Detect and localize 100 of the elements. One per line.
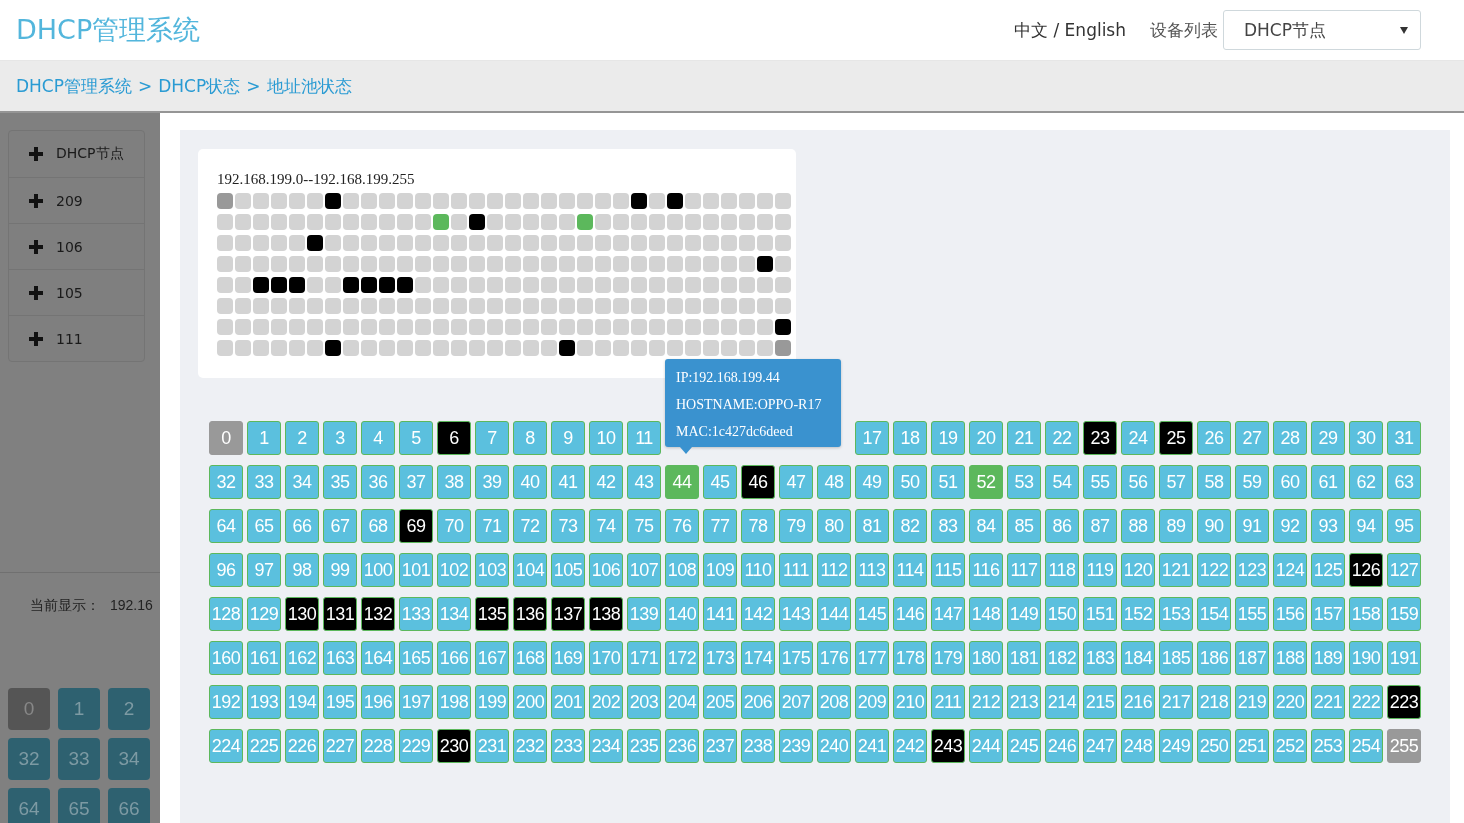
- address-cell[interactable]: 154: [1197, 597, 1231, 631]
- address-cell[interactable]: 254: [1349, 729, 1383, 763]
- address-cell[interactable]: 127: [1387, 553, 1421, 587]
- address-cell[interactable]: 245: [1007, 729, 1041, 763]
- address-cell[interactable]: 143: [779, 597, 813, 631]
- address-cell[interactable]: 101: [399, 553, 433, 587]
- address-cell[interactable]: 20: [969, 421, 1003, 455]
- address-cell[interactable]: 71: [475, 509, 509, 543]
- address-cell[interactable]: 133: [399, 597, 433, 631]
- address-cell[interactable]: 206: [741, 685, 775, 719]
- address-cell[interactable]: 1: [58, 688, 100, 730]
- address-cell[interactable]: 250: [1197, 729, 1231, 763]
- address-cell[interactable]: 220: [1273, 685, 1307, 719]
- address-cell[interactable]: 145: [855, 597, 889, 631]
- address-cell[interactable]: 136: [513, 597, 547, 631]
- address-cell[interactable]: 243: [931, 729, 965, 763]
- breadcrumb-link[interactable]: DHCP管理系统: [16, 74, 132, 98]
- address-cell[interactable]: 99: [323, 553, 357, 587]
- address-cell[interactable]: 152: [1121, 597, 1155, 631]
- address-cell[interactable]: 186: [1197, 641, 1231, 675]
- address-cell[interactable]: 80: [817, 509, 851, 543]
- address-cell[interactable]: 161: [247, 641, 281, 675]
- address-cell[interactable]: 42: [589, 465, 623, 499]
- device-select[interactable]: DHCP节点: [1223, 10, 1421, 50]
- address-cell[interactable]: 149: [1007, 597, 1041, 631]
- address-cell[interactable]: 5: [399, 421, 433, 455]
- address-cell[interactable]: 100: [361, 553, 395, 587]
- address-cell[interactable]: 38: [437, 465, 471, 499]
- breadcrumb-link[interactable]: 地址池状态: [266, 74, 352, 98]
- address-cell[interactable]: 222: [1349, 685, 1383, 719]
- address-cell[interactable]: 153: [1159, 597, 1193, 631]
- address-cell[interactable]: 172: [665, 641, 699, 675]
- address-cell[interactable]: 122: [1197, 553, 1231, 587]
- address-cell[interactable]: 185: [1159, 641, 1193, 675]
- address-cell[interactable]: 224: [209, 729, 243, 763]
- address-cell[interactable]: 189: [1311, 641, 1345, 675]
- address-cell[interactable]: 33: [58, 738, 100, 780]
- address-cell[interactable]: 180: [969, 641, 1003, 675]
- address-cell[interactable]: 98: [285, 553, 319, 587]
- address-cell[interactable]: 192: [209, 685, 243, 719]
- address-cell[interactable]: 248: [1121, 729, 1155, 763]
- address-cell[interactable]: 147: [931, 597, 965, 631]
- address-cell[interactable]: 219: [1235, 685, 1269, 719]
- address-cell[interactable]: 28: [1273, 421, 1307, 455]
- address-cell[interactable]: 187: [1235, 641, 1269, 675]
- address-cell[interactable]: 10: [589, 421, 623, 455]
- address-cell[interactable]: 36: [361, 465, 395, 499]
- address-cell[interactable]: 53: [1007, 465, 1041, 499]
- address-cell[interactable]: 93: [1311, 509, 1345, 543]
- address-cell[interactable]: 157: [1311, 597, 1345, 631]
- address-cell[interactable]: 202: [589, 685, 623, 719]
- address-cell[interactable]: 108: [665, 553, 699, 587]
- address-cell[interactable]: 24: [1121, 421, 1155, 455]
- address-cell[interactable]: 1: [247, 421, 281, 455]
- address-cell[interactable]: 253: [1311, 729, 1345, 763]
- address-cell[interactable]: 123: [1235, 553, 1269, 587]
- address-cell[interactable]: 59: [1235, 465, 1269, 499]
- address-cell[interactable]: 31: [1387, 421, 1421, 455]
- address-cell[interactable]: 35: [323, 465, 357, 499]
- address-cell[interactable]: 106: [589, 553, 623, 587]
- address-cell[interactable]: 236: [665, 729, 699, 763]
- address-cell[interactable]: 6: [437, 421, 471, 455]
- address-cell[interactable]: 32: [8, 738, 50, 780]
- address-cell[interactable]: 251: [1235, 729, 1269, 763]
- address-cell[interactable]: 138: [589, 597, 623, 631]
- address-cell[interactable]: 86: [1045, 509, 1079, 543]
- address-cell[interactable]: 255: [1387, 729, 1421, 763]
- address-cell[interactable]: 129: [247, 597, 281, 631]
- address-cell[interactable]: 44: [665, 465, 699, 499]
- address-cell[interactable]: 158: [1349, 597, 1383, 631]
- address-cell[interactable]: 239: [779, 729, 813, 763]
- address-cell[interactable]: 34: [108, 738, 150, 780]
- address-cell[interactable]: 117: [1007, 553, 1041, 587]
- address-cell[interactable]: 43: [627, 465, 661, 499]
- address-cell[interactable]: 81: [855, 509, 889, 543]
- address-cell[interactable]: 65: [58, 788, 100, 823]
- address-cell[interactable]: 3: [323, 421, 357, 455]
- address-cell[interactable]: 198: [437, 685, 471, 719]
- address-cell[interactable]: 229: [399, 729, 433, 763]
- address-cell[interactable]: 164: [361, 641, 395, 675]
- address-cell[interactable]: 190: [1349, 641, 1383, 675]
- address-cell[interactable]: 210: [893, 685, 927, 719]
- address-cell[interactable]: 115: [931, 553, 965, 587]
- address-cell[interactable]: 218: [1197, 685, 1231, 719]
- address-cell[interactable]: 217: [1159, 685, 1193, 719]
- address-cell[interactable]: 109: [703, 553, 737, 587]
- address-cell[interactable]: 207: [779, 685, 813, 719]
- address-cell[interactable]: 249: [1159, 729, 1193, 763]
- address-cell[interactable]: 167: [475, 641, 509, 675]
- address-cell[interactable]: 175: [779, 641, 813, 675]
- address-cell[interactable]: 209: [855, 685, 889, 719]
- address-cell[interactable]: 90: [1197, 509, 1231, 543]
- address-cell[interactable]: 2: [285, 421, 319, 455]
- address-cell[interactable]: 29: [1311, 421, 1345, 455]
- address-cell[interactable]: 17: [855, 421, 889, 455]
- address-cell[interactable]: 141: [703, 597, 737, 631]
- address-cell[interactable]: 234: [589, 729, 623, 763]
- address-cell[interactable]: 56: [1121, 465, 1155, 499]
- address-cell[interactable]: 211: [931, 685, 965, 719]
- address-cell[interactable]: 40: [513, 465, 547, 499]
